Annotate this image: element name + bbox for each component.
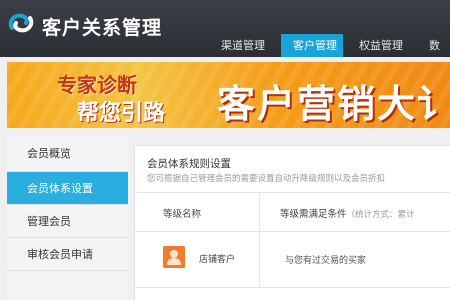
- promo-banner[interactable]: 专家诊断 帮您引路 客户营销大讠: [7, 62, 450, 128]
- table-header: 等级名称 等级需满足条件（统计方式：累计: [135, 192, 450, 232]
- app-logo-icon: [8, 13, 34, 33]
- top-header: 客户关系管理 渠道管理 客户管理 权益管理 数: [0, 0, 450, 57]
- tab-customer-management[interactable]: 客户管理: [281, 34, 343, 57]
- column-divider: [259, 232, 260, 287]
- banner-headline-2: 帮您引路: [77, 101, 166, 126]
- tab-rights-management[interactable]: 权益管理: [343, 34, 419, 57]
- sidebar-item-review-applications[interactable]: 审核会员申请: [7, 238, 128, 271]
- sidebar-item-member-overview[interactable]: 会员概览: [7, 136, 128, 172]
- level-name-cell: 店铺客户: [199, 255, 236, 265]
- tab-data[interactable]: 数: [419, 34, 450, 57]
- column-header-level-name: 等级名称: [163, 209, 202, 220]
- app-title: 客户关系管理: [42, 17, 163, 39]
- section-description: 您可根据自己管理会员的需要设置自动升降级规则以及会员折扣: [147, 174, 386, 184]
- column-header-condition: 等级需满足条件（统计方式：累计: [280, 206, 415, 220]
- sidebar-item-manage-members[interactable]: 管理会员: [7, 205, 128, 238]
- column-header-condition-label: 等级需满足条件: [280, 209, 347, 220]
- sidebar-item-membership-settings[interactable]: 会员体系设置: [7, 172, 128, 205]
- column-header-condition-note: （统计方式：累计: [346, 210, 415, 220]
- column-divider: [259, 193, 260, 231]
- sidebar: 会员概览 会员体系设置 管理会员 审核会员申请: [7, 136, 128, 300]
- level-condition-cell: 与您有过交易的买家: [285, 256, 367, 266]
- main-nav-tabs: 渠道管理 客户管理 权益管理 数: [205, 34, 450, 57]
- tab-channel-management[interactable]: 渠道管理: [205, 34, 281, 57]
- main-panel: 会员体系规则设置 您可根据自己管理会员的需要设置自动升降级规则以及会员折扣 等级…: [134, 145, 450, 300]
- table-row: 店铺客户 与您有过交易的买家: [135, 232, 450, 288]
- section-title: 会员体系规则设置: [147, 158, 231, 170]
- banner-main-title: 客户营销大讠: [217, 82, 450, 126]
- banner-headline-1: 专家诊断: [57, 73, 137, 97]
- customer-avatar-icon: [163, 246, 185, 268]
